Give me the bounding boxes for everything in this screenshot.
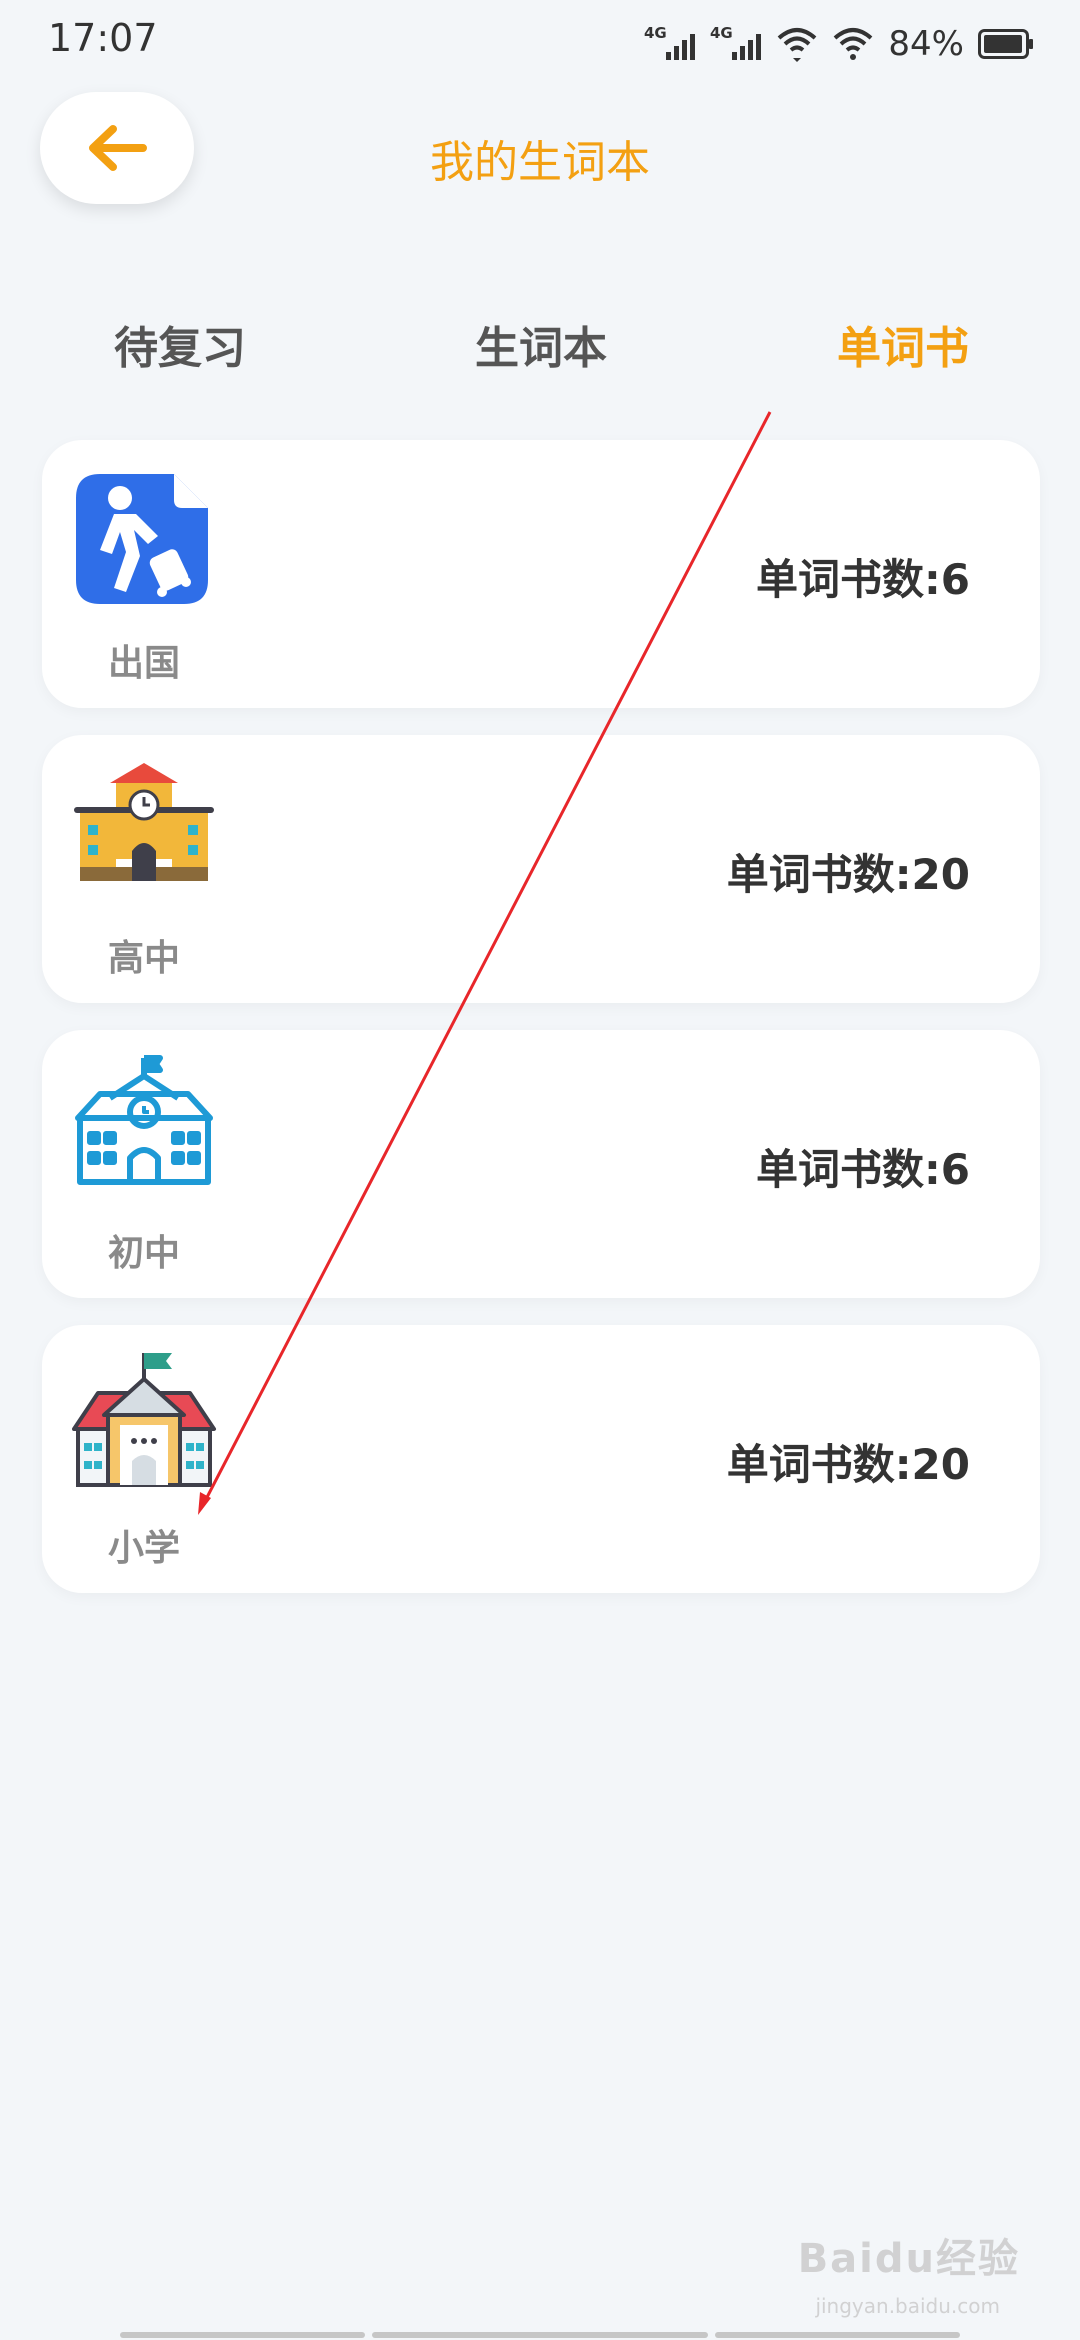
tab-vocab-book[interactable]: 生词本 xyxy=(421,312,661,376)
signal-label: 4G xyxy=(710,24,733,42)
wifi-icon xyxy=(834,28,873,60)
tab-pending-review[interactable]: 待复习 xyxy=(60,312,300,376)
gesture-segment xyxy=(715,2332,960,2338)
page-title: 我的生词本 xyxy=(430,137,650,188)
signal-4g-icon: 4G xyxy=(710,24,762,60)
book-card-middle-school[interactable]: 初中 单词书数:6 xyxy=(42,1030,1040,1298)
book-count: 单词书数:20 xyxy=(726,1440,970,1489)
signal-4g-icon: 4G xyxy=(644,24,696,60)
travel-icon xyxy=(76,474,208,604)
book-card-abroad[interactable]: 出国 单词书数:6 xyxy=(42,440,1040,708)
status-bar: 17:07 4G 4G 84% xyxy=(0,0,1080,84)
status-time: 17:07 xyxy=(48,16,158,60)
book-count: 单词书数:20 xyxy=(726,850,970,899)
tab-bar: 待复习 生词本 单词书 xyxy=(0,312,1080,382)
book-card-primary-school[interactable]: 小学 单词书数:20 xyxy=(42,1325,1040,1593)
gesture-segment xyxy=(120,2332,365,2338)
battery-percent: 84% xyxy=(888,24,964,64)
watermark-logo: Baidu经验 xyxy=(797,2236,1020,2282)
book-name: 出国 xyxy=(107,643,180,684)
book-card-high-school[interactable]: 高中 单词书数:20 xyxy=(42,735,1040,1003)
book-count: 单词书数:6 xyxy=(755,555,970,604)
gesture-bar xyxy=(0,2330,1080,2340)
status-icons: 4G 4G 84% xyxy=(644,20,1034,68)
gesture-segment xyxy=(372,2332,708,2338)
book-count: 单词书数:6 xyxy=(755,1145,970,1194)
high-school-icon xyxy=(74,763,214,881)
primary-school-icon xyxy=(72,1353,216,1487)
wifi-data-icon xyxy=(778,28,817,62)
tab-word-books[interactable]: 单词书 xyxy=(783,312,1023,376)
middle-school-icon xyxy=(75,1055,213,1185)
book-name: 高中 xyxy=(107,938,180,979)
book-name: 初中 xyxy=(107,1233,180,1274)
book-name: 小学 xyxy=(107,1528,180,1569)
watermark-url: jingyan.baidu.com xyxy=(815,2294,1000,2318)
signal-label: 4G xyxy=(644,24,667,42)
battery-icon xyxy=(978,29,1033,59)
